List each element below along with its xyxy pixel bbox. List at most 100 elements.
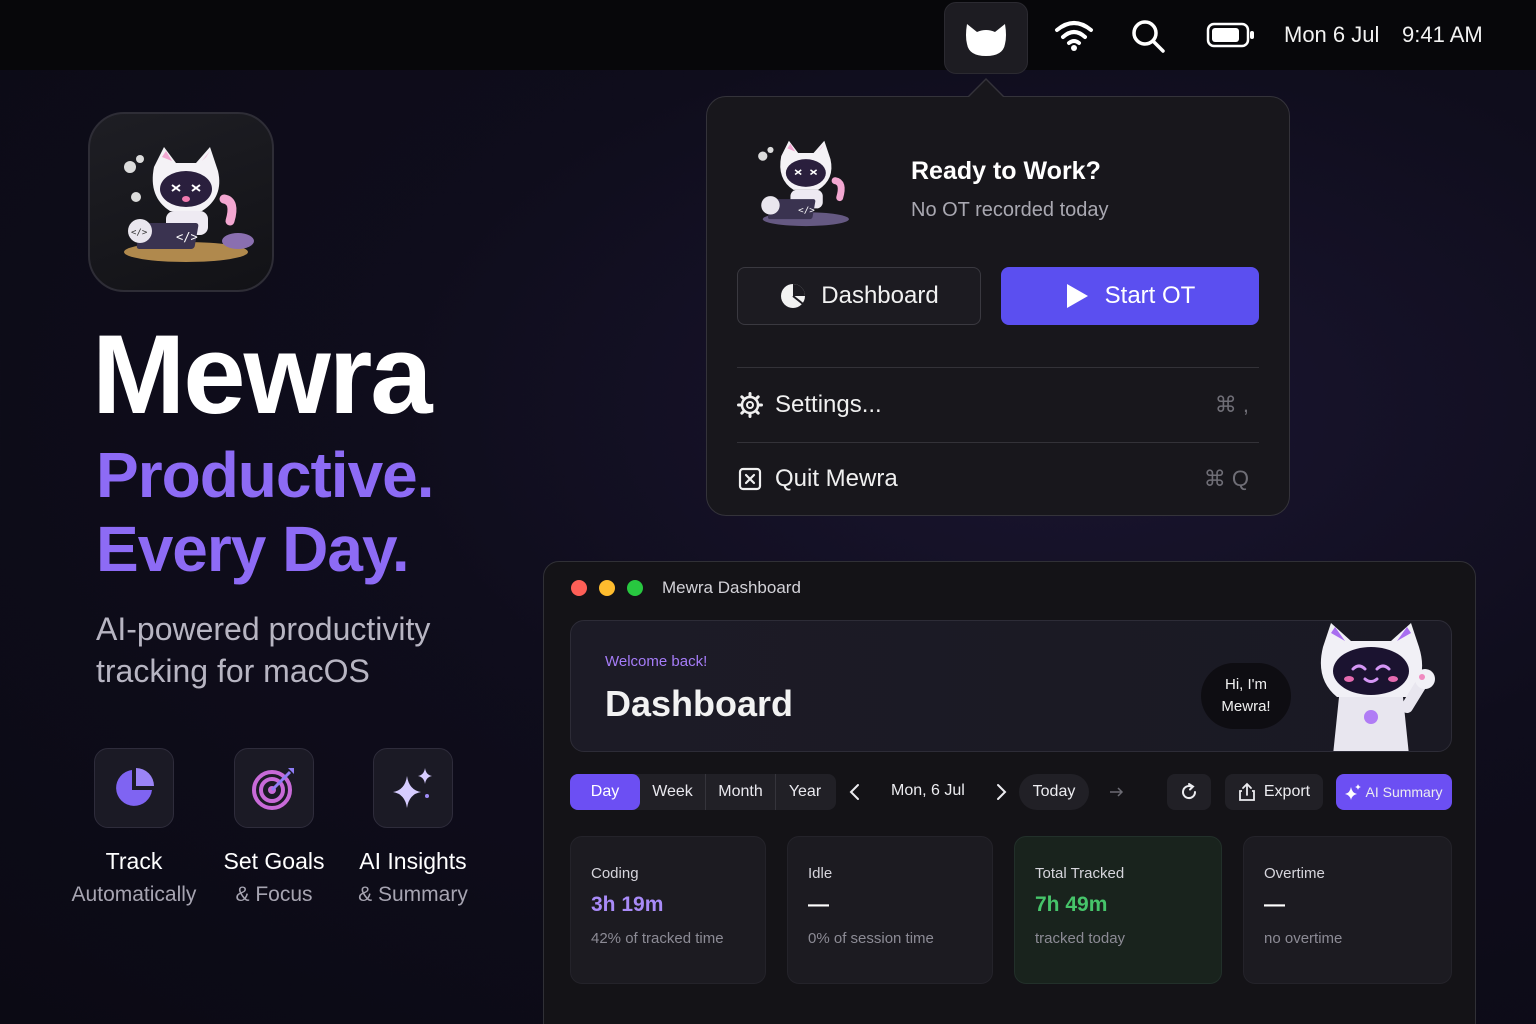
range-week[interactable]: Week xyxy=(640,774,706,810)
tagline-line-1: Productive. xyxy=(96,439,435,511)
refresh-button[interactable] xyxy=(1167,774,1211,810)
dashboard-title: Dashboard xyxy=(605,683,794,724)
stat-value: — xyxy=(1264,893,1285,916)
stat-value: 3h 19m xyxy=(591,893,664,916)
start-ot-button-label: Start OT xyxy=(1104,282,1196,309)
brand-title: Mewra xyxy=(92,312,433,437)
chevron-left-icon[interactable] xyxy=(848,783,862,801)
dashboard-button-label: Dashboard xyxy=(821,282,939,309)
close-box-icon xyxy=(738,467,762,491)
export-label: Export xyxy=(1263,783,1311,800)
svg-text:</>: </> xyxy=(798,205,815,216)
range-month[interactable]: Month xyxy=(706,774,776,810)
stat-title: Idle xyxy=(808,865,833,882)
divider xyxy=(737,367,1259,368)
quit-label: Quit Mewra xyxy=(775,465,898,492)
hero-description: AI-powered productivity tracking for mac… xyxy=(96,611,431,689)
bubble-line-2: Mewra! xyxy=(1221,698,1271,715)
welcome-card: Welcome back! Dashboard Hi, I'm Mewra! xyxy=(570,620,1452,752)
quit-menu-item[interactable]: Quit Mewra ⌘ Q xyxy=(737,459,1259,499)
menu-bar: Mon 6 Jul 9:41 AM xyxy=(0,0,1536,74)
popover-subtitle: No OT recorded today xyxy=(911,199,1109,221)
stat-value: 7h 49m xyxy=(1035,893,1108,916)
stat-card-total-tracked: Total Tracked 7h 49m tracked today xyxy=(1014,836,1222,984)
stat-card-coding: Coding 3h 19m 42% of tracked time xyxy=(570,836,766,984)
feature-ai: AI Insights & Summary xyxy=(338,748,488,907)
play-icon xyxy=(1066,284,1088,308)
svg-text:</>: </> xyxy=(176,230,198,244)
menubar-popover: </> Ready to Work? No OT recorded today … xyxy=(706,96,1290,516)
feature-title: Track xyxy=(105,848,163,874)
cat-app-icon xyxy=(966,24,1006,56)
tagline-line-2: Every Day. xyxy=(96,513,410,585)
cat-mascot-image: </> xyxy=(758,140,849,227)
stat-title: Total Tracked xyxy=(1035,865,1125,882)
feature-title: AI Insights xyxy=(359,848,467,874)
stat-card-overtime: Overtime — no overtime xyxy=(1243,836,1452,984)
settings-shortcut: ⌘ , xyxy=(1214,392,1249,417)
pie-chart-icon xyxy=(116,768,154,806)
feature-track: Track Automatically xyxy=(59,748,209,907)
feature-icon-box xyxy=(94,748,174,828)
pie-chart-icon xyxy=(781,284,806,308)
stat-value: — xyxy=(808,893,829,916)
menubar-app-button[interactable] xyxy=(944,2,1028,74)
search-icon[interactable] xyxy=(1130,18,1166,54)
cat-mascot-logo: </> </> xyxy=(124,147,254,262)
zoom-window-button[interactable] xyxy=(627,580,643,596)
quit-shortcut: ⌘ Q xyxy=(1203,466,1249,491)
today-button[interactable]: Today xyxy=(1019,774,1089,810)
popover-title: Ready to Work? xyxy=(911,157,1101,185)
sparkles-icon xyxy=(393,768,432,808)
today-label: Today xyxy=(1032,783,1076,800)
current-date: Mon, 6 Jul xyxy=(891,782,965,799)
settings-menu-item[interactable]: Settings... ⌘ , xyxy=(737,385,1259,425)
share-icon xyxy=(1238,782,1255,801)
start-ot-button[interactable]: Start OT xyxy=(1001,267,1259,325)
range-segmented-control: Day Week Month Year xyxy=(570,774,836,810)
menubar-time: 9:41 AM xyxy=(1402,22,1483,47)
feature-icon-box xyxy=(234,748,314,828)
sparkles-icon xyxy=(1345,784,1362,800)
gear-icon xyxy=(737,392,763,418)
divider xyxy=(737,442,1259,443)
arrow-right-icon[interactable] xyxy=(1109,786,1125,798)
dashboard-window: Mewra Dashboard Welcome back! Dashboard … xyxy=(543,561,1476,1024)
popover-arrow-fill xyxy=(968,80,1004,98)
stat-subtitle: tracked today xyxy=(1035,930,1126,947)
feature-goals: Set Goals & Focus xyxy=(199,748,349,907)
bubble-line-1: Hi, I'm xyxy=(1224,676,1268,693)
battery-icon[interactable] xyxy=(1206,22,1256,48)
ai-summary-label: AI Summary xyxy=(1365,784,1443,800)
robot-cat-mascot xyxy=(1320,623,1435,751)
feature-subtitle: & Summary xyxy=(358,883,468,906)
menubar-date: Mon 6 Jul xyxy=(1284,22,1380,47)
app-icon: </> </> xyxy=(88,112,274,292)
close-window-button[interactable] xyxy=(571,580,587,596)
feature-title: Set Goals xyxy=(223,848,325,874)
window-title: Mewra Dashboard xyxy=(662,578,801,597)
svg-text:</>: </> xyxy=(131,228,148,238)
target-icon xyxy=(252,768,294,810)
feature-icon-box xyxy=(373,748,453,828)
range-day[interactable]: Day xyxy=(570,774,640,810)
stat-title: Overtime xyxy=(1264,865,1325,882)
stat-subtitle: no overtime xyxy=(1264,930,1343,947)
welcome-text: Welcome back! xyxy=(605,653,708,670)
stat-subtitle: 0% of session time xyxy=(808,930,934,947)
stat-card-idle: Idle — 0% of session time xyxy=(787,836,993,984)
ai-summary-button[interactable]: AI Summary xyxy=(1336,774,1452,810)
stat-subtitle: 42% of tracked time xyxy=(591,930,724,947)
chevron-right-icon[interactable] xyxy=(994,783,1008,801)
dashboard-button[interactable]: Dashboard xyxy=(737,267,981,325)
feature-subtitle: Automatically xyxy=(71,883,197,906)
range-year[interactable]: Year xyxy=(776,774,834,810)
feature-subtitle: & Focus xyxy=(235,883,313,906)
speech-bubble: Hi, I'm Mewra! xyxy=(1201,663,1291,729)
settings-label: Settings... xyxy=(775,391,882,418)
refresh-icon xyxy=(1182,783,1197,800)
wifi-icon[interactable] xyxy=(1054,18,1094,52)
export-button[interactable]: Export xyxy=(1225,774,1323,810)
stat-title: Coding xyxy=(591,865,639,882)
minimize-window-button[interactable] xyxy=(599,580,615,596)
